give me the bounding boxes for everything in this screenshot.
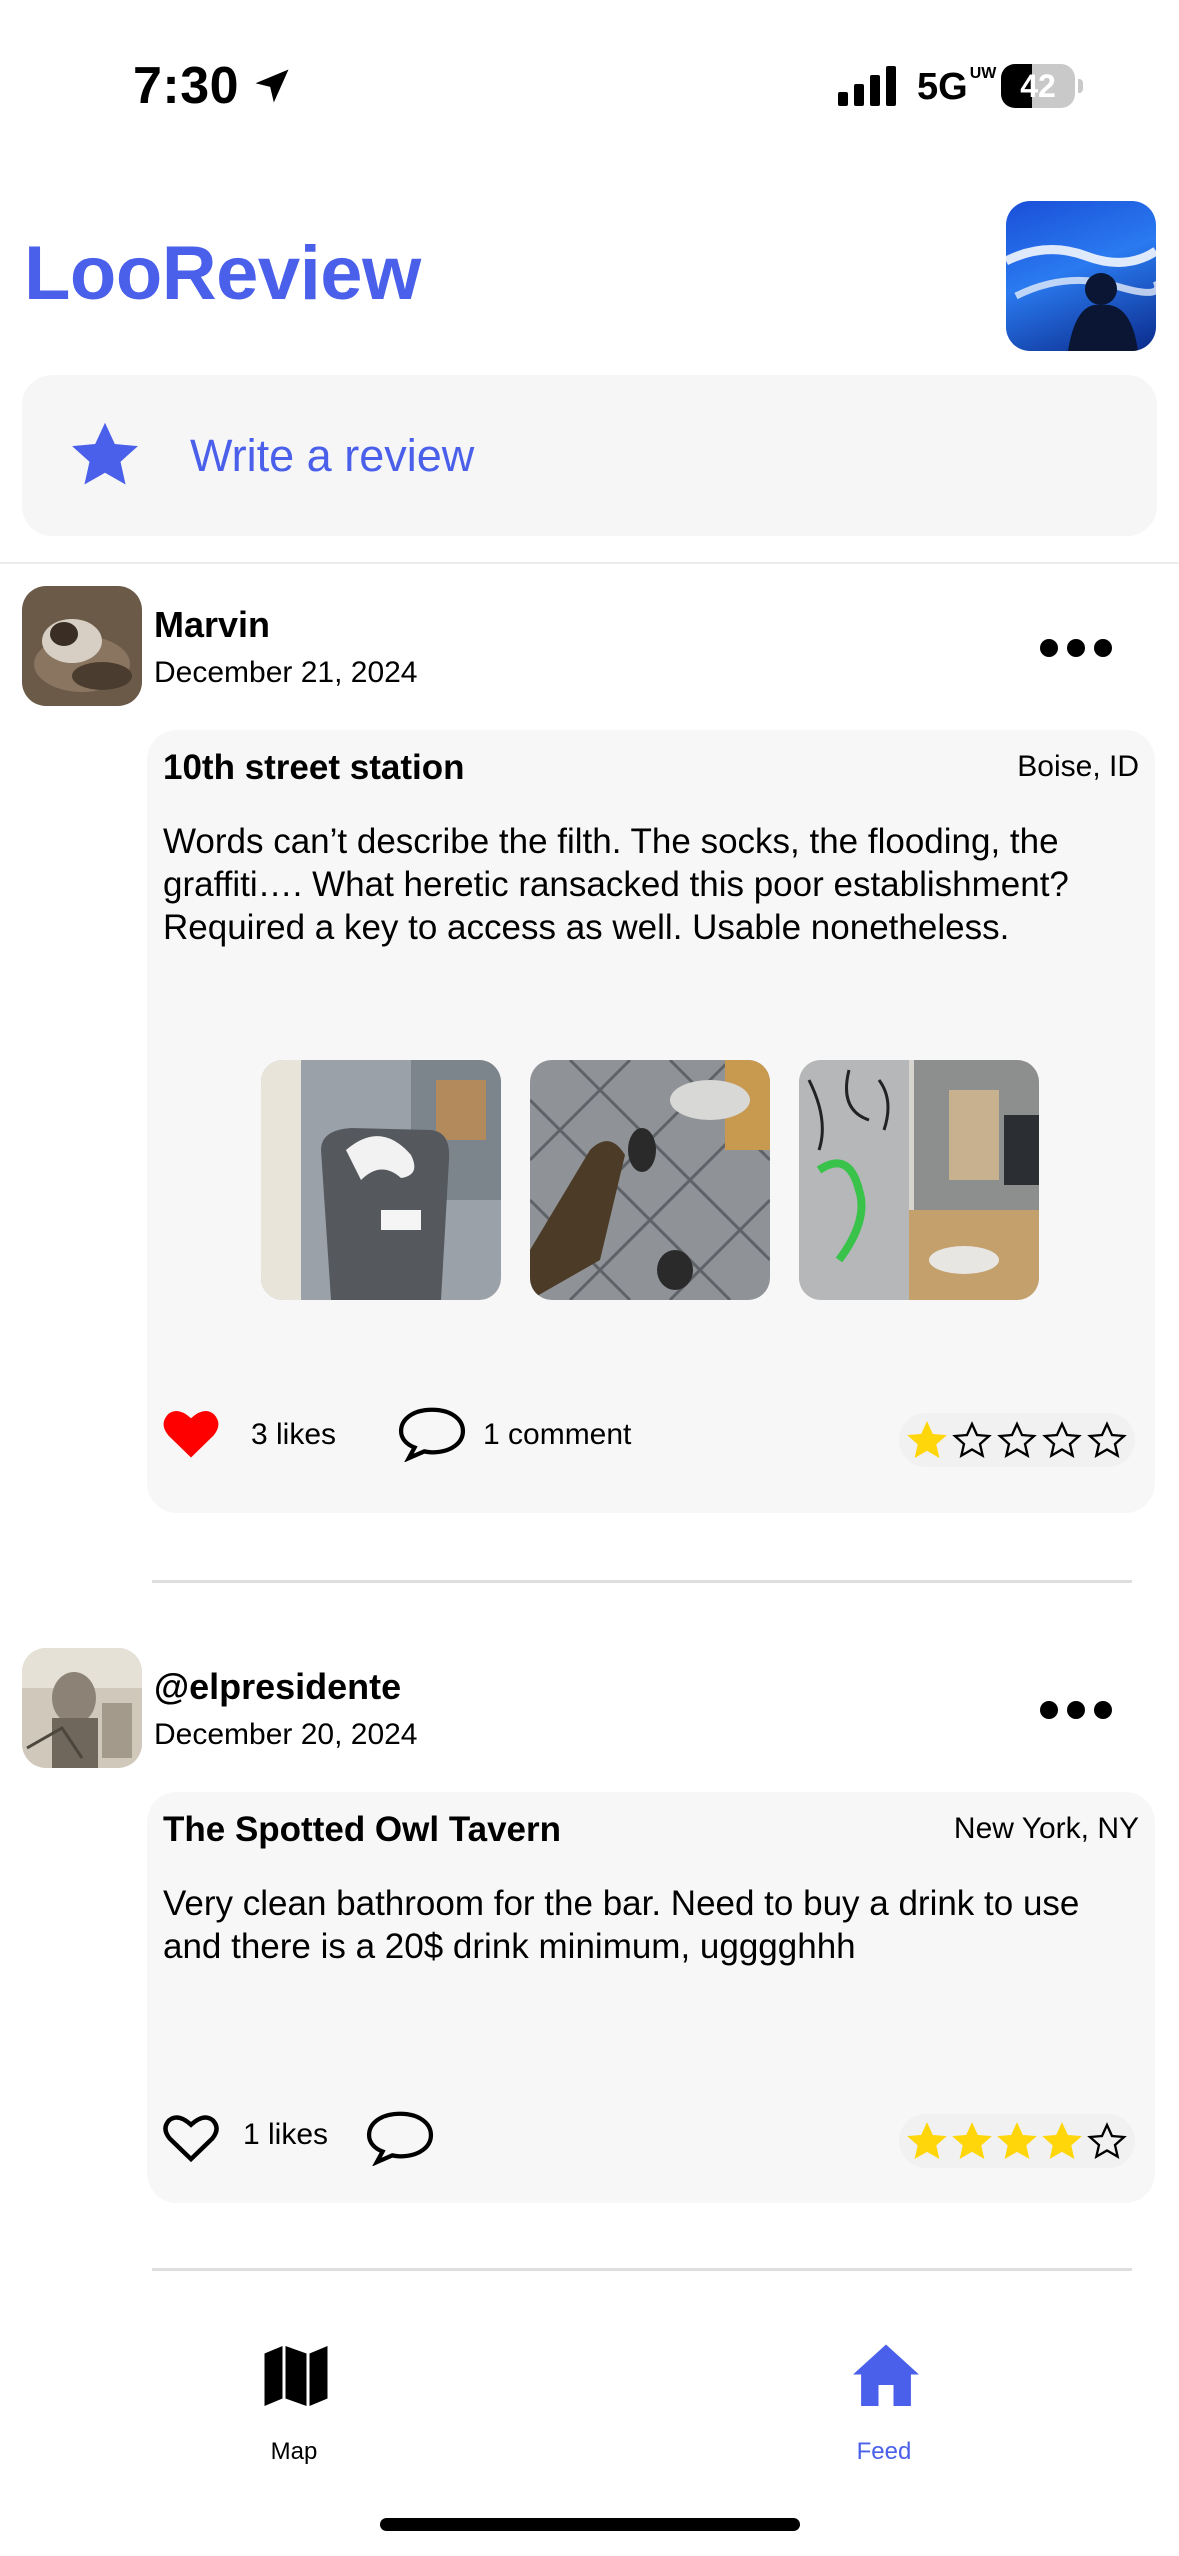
network-type: 5G UW: [917, 65, 997, 109]
place-city: Boise, ID: [1017, 750, 1139, 783]
comments-count: 1 comment: [483, 1418, 632, 1451]
comment-bubble-icon[interactable]: [397, 1404, 467, 1462]
cellular-signal-icon: [838, 66, 896, 106]
star-filled-icon: [952, 2122, 992, 2160]
review-text: Words can’t describe the filth. The sock…: [163, 822, 1069, 947]
heart-filled-icon[interactable]: [161, 1406, 221, 1460]
home-indicator: [380, 2518, 800, 2531]
tab-map-label: Map: [270, 2438, 318, 2465]
review-card: 10th street station Boise, ID Words can’…: [147, 730, 1155, 1513]
star-filled-icon: [907, 1421, 947, 1459]
star-outline-icon: [952, 1421, 992, 1459]
star-filled-icon: [1042, 2122, 1082, 2160]
location-arrow-icon: [255, 69, 289, 103]
graffiti-mirror-photo-icon: [799, 1060, 1039, 1300]
review-photo[interactable]: [799, 1060, 1039, 1300]
tab-feed-label: Feed: [856, 2438, 912, 2465]
star-icon: [72, 422, 138, 485]
battery-icon: 42: [1001, 64, 1083, 108]
house-icon: [853, 2344, 919, 2406]
status-bar: 7:30 5G UW 42: [0, 0, 1179, 150]
review-text: Very clean bathroom for the bar. Need to…: [163, 1884, 1080, 1966]
more-options-icon[interactable]: [1040, 633, 1112, 663]
place-name[interactable]: The Spotted Owl Tavern: [163, 1810, 561, 1850]
battery-level: 42: [1020, 68, 1056, 104]
post-divider: [152, 1580, 1132, 1583]
marmot-photo-icon: [22, 586, 142, 706]
post-date: December 20, 2024: [154, 1718, 418, 1751]
star-filled-icon: [997, 2122, 1037, 2160]
place-name[interactable]: 10th street station: [163, 748, 464, 788]
post-divider: [152, 2268, 1132, 2271]
vintage-photo-icon: [22, 1648, 142, 1768]
map-icon: [264, 2346, 328, 2406]
user-avatar[interactable]: [22, 586, 142, 706]
tab-feed[interactable]: Feed: [784, 2340, 984, 2480]
profile-avatar[interactable]: [1006, 201, 1156, 351]
star-outline-icon: [1087, 2122, 1127, 2160]
star-filled-icon: [907, 2122, 947, 2160]
tab-map[interactable]: Map: [194, 2340, 394, 2480]
star-rating: [899, 2114, 1135, 2168]
write-review-label: Write a review: [190, 430, 475, 481]
heart-outline-icon[interactable]: [161, 2110, 221, 2164]
toilet-photo-icon: [261, 1060, 501, 1300]
review-photo[interactable]: [530, 1060, 770, 1300]
star-outline-icon: [1087, 1421, 1127, 1459]
write-review-button[interactable]: Write a review: [22, 375, 1157, 536]
user-avatar[interactable]: [22, 1648, 142, 1768]
flooded-floor-photo-icon: [530, 1060, 770, 1300]
likes-count: 1 likes: [243, 2118, 329, 2151]
post-username[interactable]: Marvin: [154, 604, 270, 646]
comment-bubble-icon[interactable]: [365, 2108, 435, 2166]
post-date: December 21, 2024: [154, 656, 418, 689]
post-username[interactable]: @elpresidente: [154, 1666, 401, 1708]
profile-photo-icon: [1006, 245, 1156, 351]
star-outline-icon: [997, 1421, 1037, 1459]
likes-count: 3 likes: [251, 1418, 337, 1451]
more-options-icon[interactable]: [1040, 1695, 1112, 1725]
review-card: The Spotted Owl Tavern New York, NY Very…: [147, 1792, 1155, 2203]
review-photo[interactable]: [261, 1060, 501, 1300]
star-rating: [899, 1413, 1135, 1467]
star-outline-icon: [1042, 1421, 1082, 1459]
network-suffix: UW: [969, 65, 997, 82]
place-city: New York, NY: [953, 1812, 1139, 1845]
header-divider: [0, 562, 1179, 564]
status-time: 7:30: [133, 57, 240, 115]
app-title: LooReview: [24, 231, 421, 316]
